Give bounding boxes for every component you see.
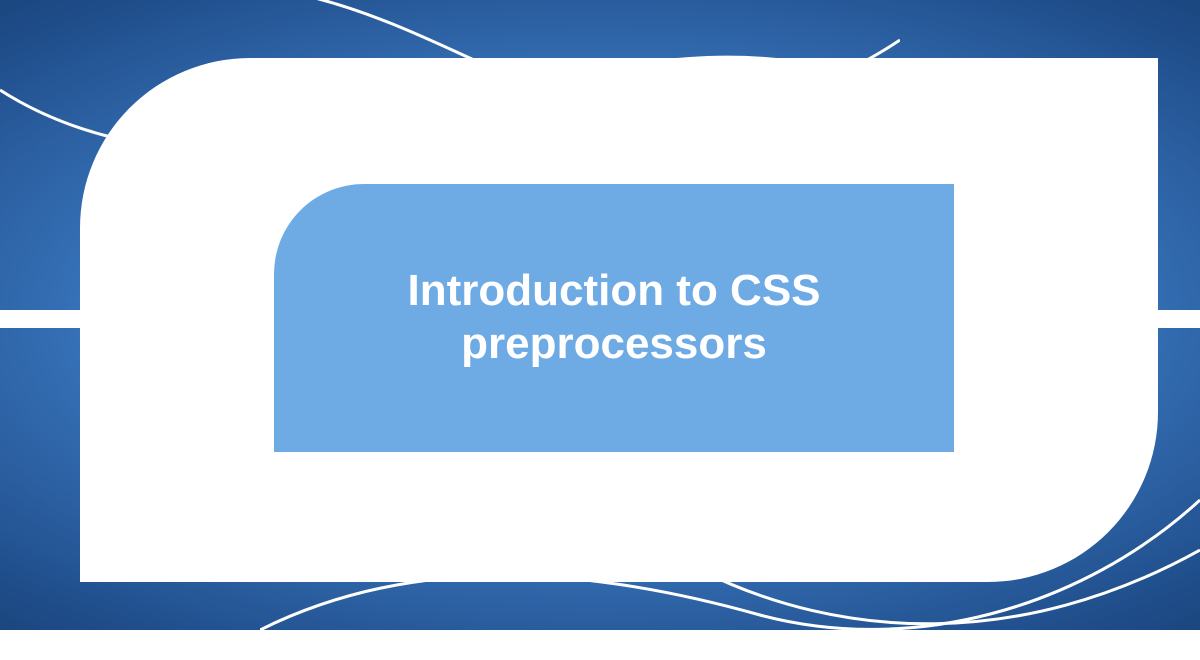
title-panel: Introduction to CSS preprocessors [274,184,954,452]
stripe-left [0,310,80,328]
decorative-curve-bottom [260,460,1200,660]
stripe-right [1158,310,1200,328]
page-title: Introduction to CSS preprocessors [274,265,954,371]
